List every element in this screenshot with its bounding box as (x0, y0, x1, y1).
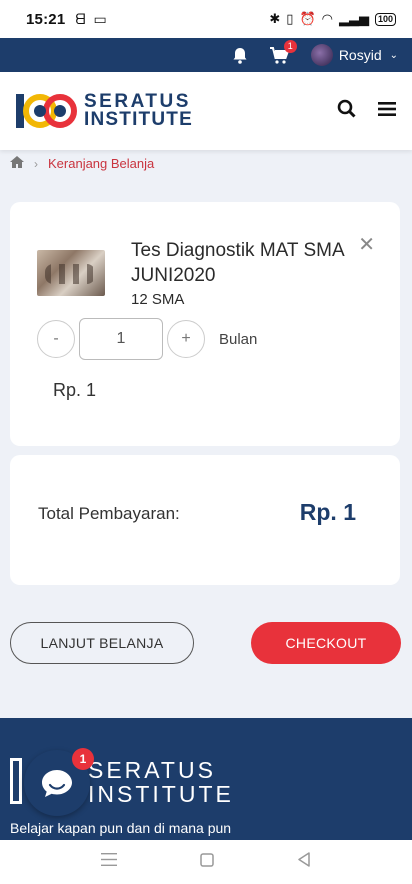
product-thumbnail (37, 250, 105, 296)
home-nav-icon[interactable] (200, 852, 214, 872)
bell-icon[interactable] (232, 47, 248, 64)
avatar[interactable] (310, 44, 333, 66)
username[interactable]: Rosyid (339, 47, 382, 63)
footer-brand-line1: SERATUS (88, 757, 216, 783)
checkout-button[interactable]: CHECKOUT (251, 622, 401, 664)
menu-nav-icon[interactable] (101, 853, 118, 871)
decrement-button[interactable]: - (37, 320, 75, 358)
continue-shopping-button[interactable]: LANJUT BELANJA (10, 622, 194, 664)
item-price: Rp. 1 (53, 380, 97, 400)
wifi-icon: ◠ (321, 11, 333, 26)
cart-icon[interactable]: 1 (269, 39, 297, 64)
product-grade: 12 SMA (131, 291, 185, 308)
total-value: Rp. 1 (299, 499, 356, 525)
remove-item-icon[interactable]: ✕ (358, 232, 375, 257)
status-right-icons: ✱ ▯ ⏰ ◠ ▂▃▅ 100 (269, 11, 396, 27)
status-bar: 15:21 ᗺ ▭ ✱ ▯ ⏰ ◠ ▂▃▅ 100 (0, 0, 412, 38)
quantity-unit: Bulan (219, 330, 258, 348)
alarm-icon: ⏰ (299, 11, 316, 26)
total-label: Total Pembayaran: (38, 504, 180, 523)
site-header: SERATUS INSTITUTE (0, 72, 412, 150)
home-icon[interactable] (10, 156, 24, 171)
search-icon[interactable] (337, 99, 356, 123)
chevron-down-icon[interactable]: ⌄ (390, 50, 398, 61)
quantity-input[interactable] (79, 318, 163, 360)
vibrate-icon: ▯ (286, 11, 294, 26)
back-nav-icon[interactable] (297, 852, 311, 872)
breadcrumb-current[interactable]: Keranjang Belanja (48, 156, 154, 171)
chat-badge: 1 (72, 748, 94, 770)
chat-icon (42, 770, 72, 797)
quantity-stepper: - + Bulan (37, 318, 257, 360)
hamburger-menu-icon[interactable] (378, 101, 396, 122)
signal-icon: ▂▃▅ (338, 11, 369, 26)
bluetooth-icon: ✱ (269, 11, 281, 26)
payment-summary-card: Total Pembayaran: Rp. 1 (10, 455, 400, 585)
increment-button[interactable]: + (167, 320, 205, 358)
footer-brand-line2: INSTITUTE (88, 781, 234, 807)
footer-logo-mark-icon (10, 758, 22, 804)
status-left-icons: ᗺ ▭ (75, 11, 106, 28)
footer-tagline: Belajar kapan pun dan di mana pun (10, 820, 232, 836)
cart-item-card: Tes Diagnostik MAT SMA JUNI2020 12 SMA ✕… (10, 202, 400, 446)
product-title: Tes Diagnostik MAT SMA JUNI2020 (131, 240, 344, 286)
breadcrumb-separator-icon: › (34, 156, 38, 171)
breadcrumb: › Keranjang Belanja (10, 156, 154, 171)
brand-name-line2: INSTITUTE (84, 109, 193, 130)
cart-badge: 1 (283, 39, 297, 53)
status-time: 15:21 (26, 10, 66, 28)
battery-icon: 100 (374, 12, 396, 26)
top-bar: 1 Rosyid ⌄ (0, 38, 412, 72)
logo-mark-icon (16, 94, 77, 128)
system-nav-bar (0, 840, 412, 884)
laptop-icon: ▭ (93, 10, 107, 27)
notification-icon: ᗺ (75, 10, 86, 27)
brand-logo[interactable]: SERATUS INSTITUTE (16, 92, 193, 130)
